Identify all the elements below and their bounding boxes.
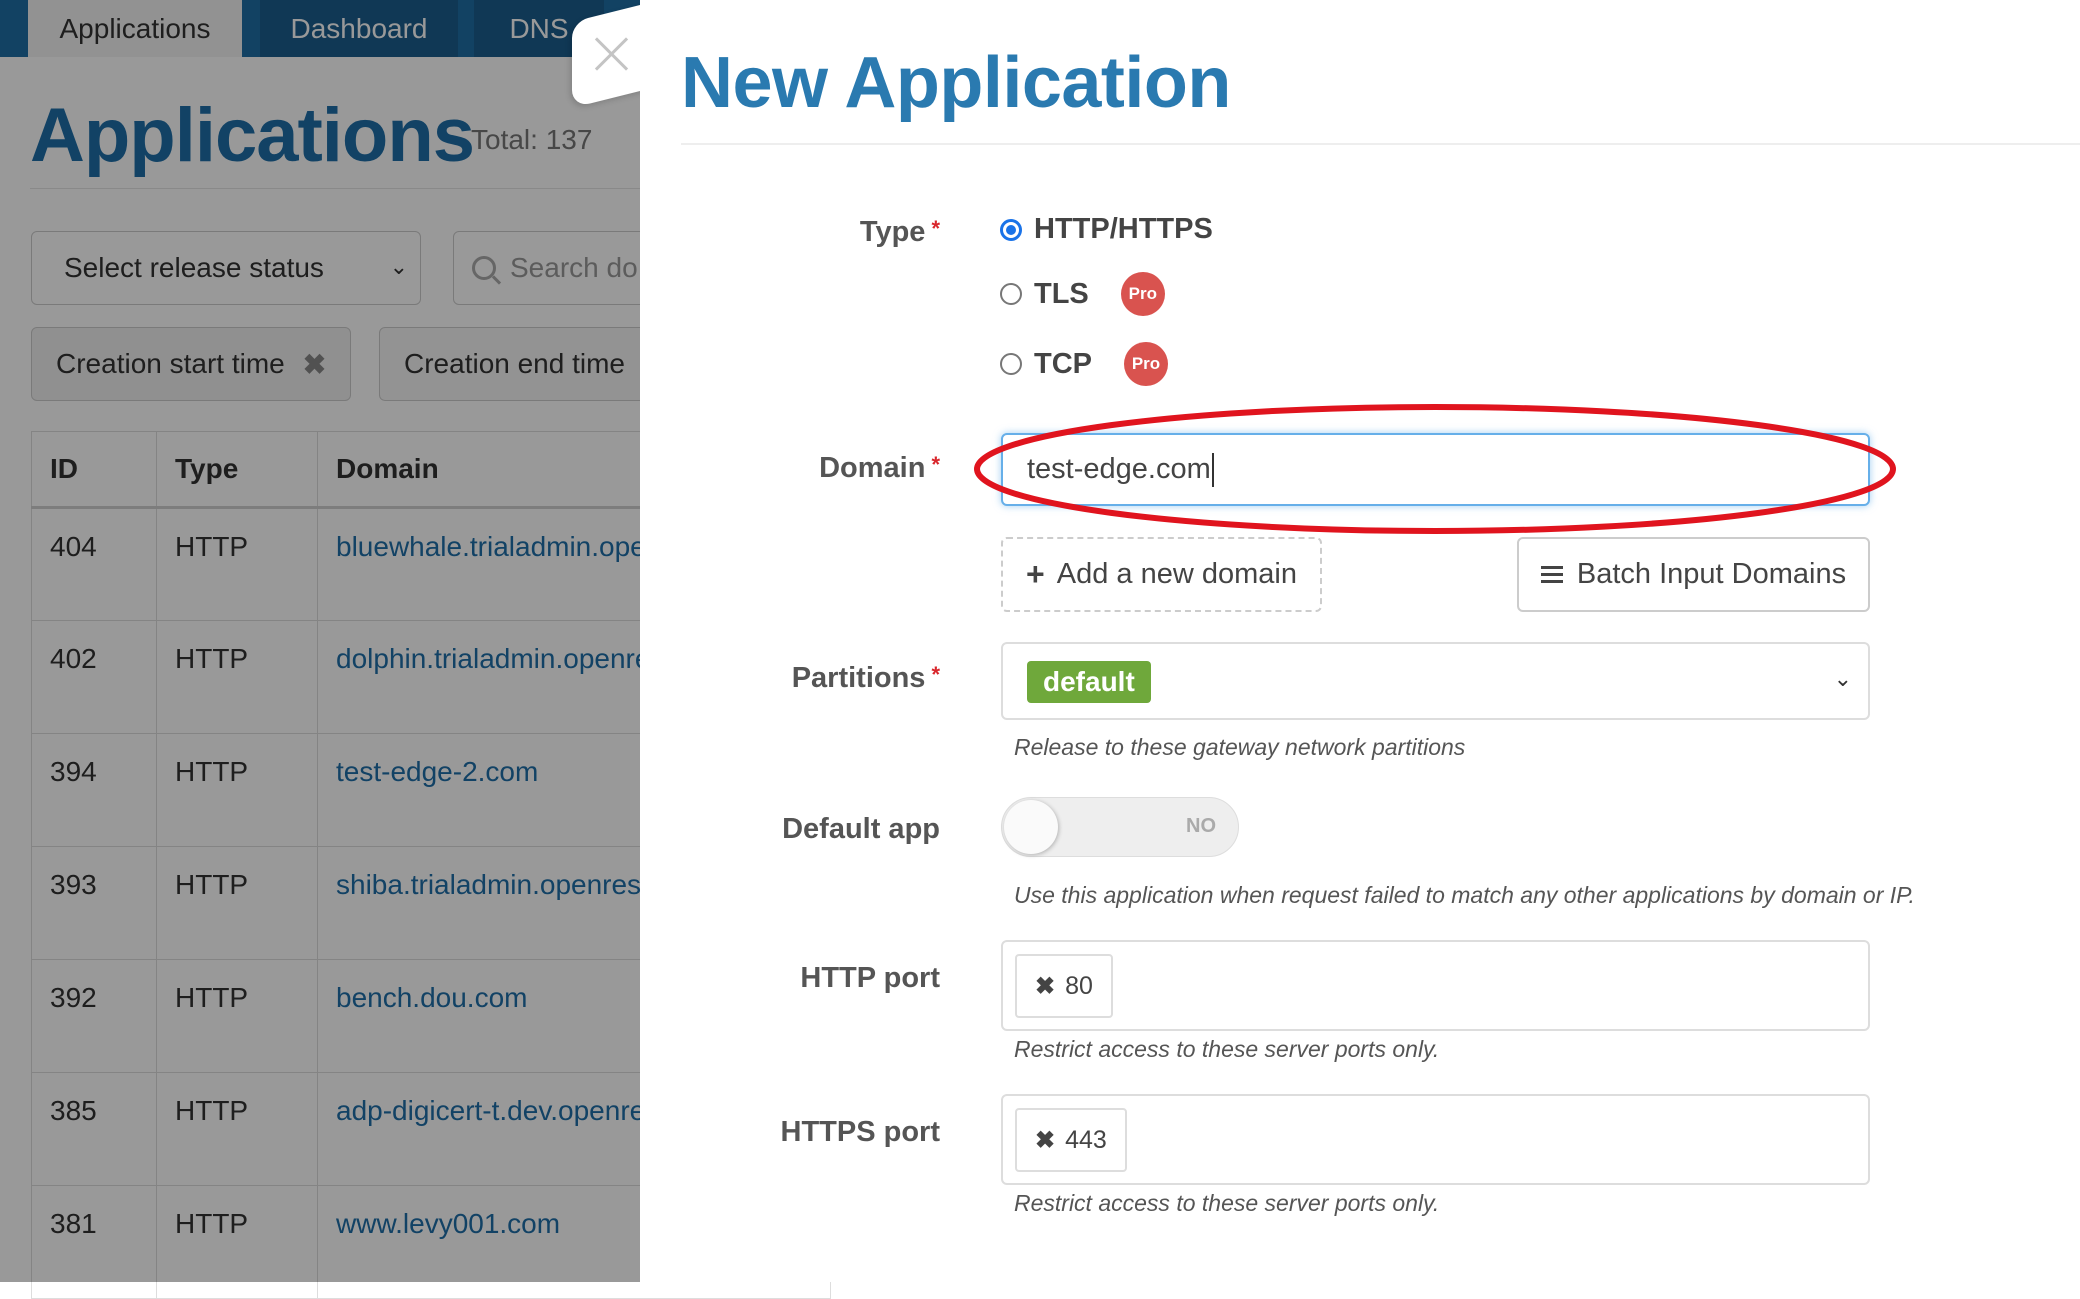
type-option-http-https[interactable]: HTTP/HTTPS [1000, 213, 1213, 246]
radio-checked-icon[interactable] [1000, 218, 1022, 241]
type-option-label: TLS [1034, 277, 1089, 310]
http-port-help-text: Restrict access to these server ports on… [1014, 1036, 1440, 1062]
pro-badge: Pro [1124, 342, 1168, 386]
port-value: 443 [1065, 1125, 1107, 1154]
close-icon[interactable] [588, 30, 636, 78]
port-value: 80 [1065, 971, 1093, 1000]
text-cursor [1211, 452, 1214, 487]
domain-input[interactable]: test-edge.com [1001, 433, 1870, 506]
title-divider [681, 143, 2080, 145]
type-option-label: TCP [1034, 347, 1092, 380]
type-option-tls[interactable]: TLS Pro [1000, 272, 1165, 316]
drawer-title: New Application [681, 43, 1231, 123]
default-app-toggle[interactable]: NO [1001, 797, 1239, 857]
radio-unchecked-icon[interactable] [1000, 283, 1022, 305]
radio-unchecked-icon[interactable] [1000, 353, 1022, 375]
toggle-state-label: NO [1186, 815, 1216, 837]
http-port-label-text: HTTP port [800, 962, 940, 994]
domain-input-value: test-edge.com [1027, 453, 1211, 485]
type-label: Type * [700, 216, 940, 249]
new-application-drawer [640, 0, 2080, 1282]
partitions-label-text: Partitions [791, 662, 926, 694]
batch-input-label: Batch Input Domains [1576, 558, 1847, 590]
type-label-text: Type [859, 216, 926, 248]
domain-label: Domain * [700, 452, 940, 485]
batch-input-domains-button[interactable]: Batch Input Domains [1517, 537, 1870, 612]
port-tag: ✖ 80 [1015, 954, 1113, 1018]
required-asterisk: * [931, 452, 940, 477]
remove-icon[interactable]: ✖ [1035, 1126, 1055, 1155]
plus-icon: + [1026, 556, 1045, 592]
remove-icon[interactable]: ✖ [1035, 972, 1055, 1001]
chevron-down-icon: ⌄ [1833, 666, 1852, 691]
pro-badge: Pro [1120, 272, 1165, 316]
default-app-help-text: Use this application when request failed… [1014, 882, 1915, 908]
partitions-help-text: Release to these gateway network partiti… [1014, 734, 1466, 760]
port-tag: ✖ 443 [1015, 1108, 1127, 1172]
https-port-label-text: HTTPS port [780, 1116, 941, 1148]
http-port-input[interactable]: ✖ 80 [1001, 940, 1870, 1031]
partition-tag-default[interactable]: default [1027, 661, 1151, 703]
type-option-label: HTTP/HTTPS [1034, 213, 1213, 245]
required-asterisk: * [931, 216, 940, 241]
https-port-label: HTTPS port [684, 1116, 941, 1149]
http-port-label: HTTP port [684, 962, 940, 995]
default-app-label-text: Default app [782, 813, 940, 845]
partitions-label: Partitions * [700, 662, 940, 695]
default-app-label: Default app [684, 813, 940, 846]
domain-label-text: Domain [819, 452, 926, 484]
add-domain-button[interactable]: + Add a new domain [1001, 537, 1322, 612]
required-asterisk: * [931, 662, 940, 687]
https-port-input[interactable]: ✖ 443 [1001, 1094, 1870, 1185]
add-domain-label: Add a new domain [1056, 558, 1297, 590]
toggle-knob[interactable] [1004, 800, 1058, 854]
type-option-tcp[interactable]: TCP Pro [1000, 342, 1168, 386]
partitions-select[interactable]: default ⌄ [1001, 642, 1870, 720]
https-port-help-text: Restrict access to these server ports on… [1014, 1190, 1440, 1216]
list-icon [1540, 562, 1563, 587]
